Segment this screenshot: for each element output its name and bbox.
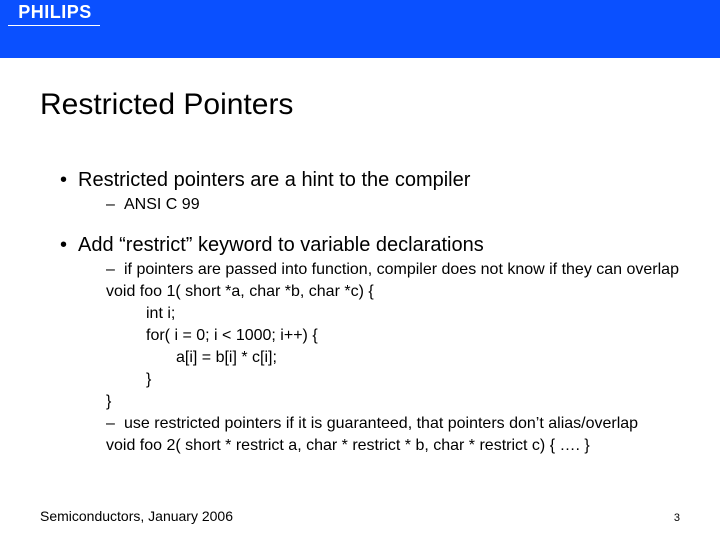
spacer <box>60 217 680 231</box>
code-line-4: a[i] = b[i] * c[i]; <box>106 348 680 368</box>
slide: PHILIPS Restricted Pointers Restricted p… <box>0 0 720 540</box>
bullet-2-sub: if pointers are passed into function, co… <box>60 260 680 456</box>
bullet-1-sub-1: ANSI C 99 <box>106 195 680 215</box>
code-line-1: void foo 1( short *a, char *b, char *c) … <box>106 282 680 302</box>
bullet-1: Restricted pointers are a hint to the co… <box>60 168 680 193</box>
brand-underline <box>8 25 100 26</box>
footer: Semiconductors, January 2006 3 <box>40 508 680 524</box>
code-line-5: } <box>106 370 680 390</box>
code-line-7: void foo 2( short * restrict a, char * r… <box>106 436 680 456</box>
code-line-6: } <box>106 392 680 412</box>
bullet-list: Restricted pointers are a hint to the co… <box>40 168 680 456</box>
bullet-2-sub-1: if pointers are passed into function, co… <box>106 260 680 280</box>
page-number: 3 <box>674 512 680 524</box>
footer-text: Semiconductors, January 2006 <box>40 508 233 524</box>
code-line-3: for( i = 0; i < 1000; i++) { <box>106 326 680 346</box>
brand-logo: PHILIPS <box>6 0 104 25</box>
slide-title: Restricted Pointers <box>40 88 680 122</box>
content-area: Restricted Pointers Restricted pointers … <box>0 58 720 456</box>
bullet-2: Add “restrict” keyword to variable decla… <box>60 233 680 258</box>
bullet-2-sub-2: use restricted pointers if it is guarant… <box>106 414 680 434</box>
brand-text: PHILIPS <box>18 2 92 23</box>
code-line-2: int i; <box>106 304 680 324</box>
header-bar: PHILIPS <box>0 0 720 58</box>
bullet-1-sub: ANSI C 99 <box>60 195 680 215</box>
